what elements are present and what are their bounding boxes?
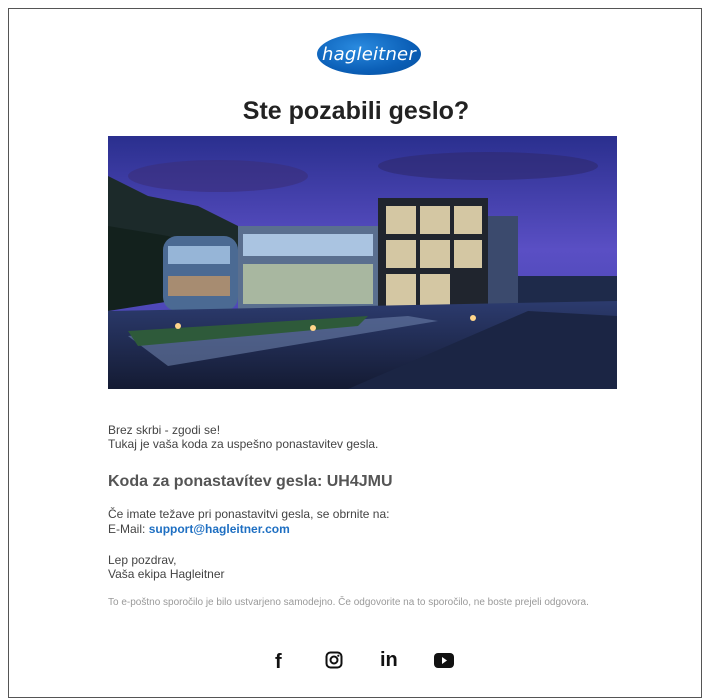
reset-code: Koda za ponastavítev gesla: UH4JMU bbox=[108, 473, 393, 490]
intro-line-2: Tukaj je vaša koda za uspešno ponastavit… bbox=[108, 437, 379, 451]
help-line: Če imate težave pri ponastavitvi gesla, … bbox=[108, 507, 390, 521]
linkedin-icon[interactable]: in bbox=[380, 649, 398, 672]
email-frame: hagleitner Ste pozabili geslo? Brez skrb… bbox=[8, 8, 702, 698]
hagleitner-logo[interactable]: hagleitner bbox=[317, 33, 421, 75]
auto-email-disclaimer: To e-poštno sporočilo je bilo ustvarjeno… bbox=[108, 597, 589, 608]
email-line: E-Mail: support@hagleitner.com bbox=[108, 522, 290, 536]
page-title: Ste pozabili geslo? bbox=[242, 97, 470, 125]
intro-line-1: Brez skrbi - zgodi se! bbox=[108, 423, 221, 437]
hero-image bbox=[108, 136, 617, 389]
signature: Vaša ekipa Hagleitner bbox=[108, 567, 225, 581]
greeting: Lep pozdrav, bbox=[108, 553, 177, 567]
support-email-link[interactable]: support@hagleitner.com bbox=[149, 522, 290, 536]
instagram-icon[interactable] bbox=[325, 651, 343, 669]
building-photo-icon bbox=[108, 136, 617, 389]
logo-oval: hagleitner bbox=[317, 33, 421, 75]
logo-text: hagleitner bbox=[322, 43, 416, 65]
facebook-icon[interactable]: f bbox=[275, 651, 282, 674]
youtube-icon[interactable] bbox=[434, 653, 454, 668]
email-label: E-Mail: bbox=[108, 522, 146, 536]
